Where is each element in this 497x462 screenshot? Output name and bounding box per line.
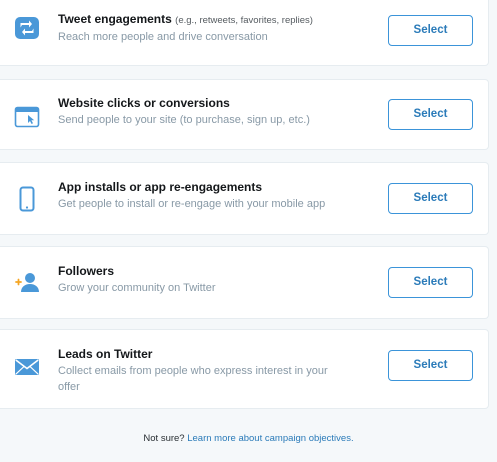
objective-title: Leads on Twitter	[58, 347, 153, 361]
objective-text: App installs or app re-engagements Get p…	[58, 180, 358, 212]
add-follower-icon	[15, 273, 39, 292]
envelope-icon	[15, 359, 39, 375]
learn-more-link[interactable]: Learn more about campaign objectives.	[187, 433, 353, 444]
objective-text: Leads on Twitter Collect emails from peo…	[58, 347, 358, 395]
objective-card-followers: Followers Grow your community on Twitter…	[0, 246, 489, 319]
objective-title-label: Tweet engagements	[58, 12, 172, 26]
objective-card-tweet-engagements: Tweet engagements (e.g., retweets, favor…	[0, 0, 489, 66]
mobile-phone-icon	[19, 186, 35, 212]
footer-prefix: Not sure?	[143, 433, 185, 444]
select-app-installs-button[interactable]: Select	[388, 183, 473, 214]
objective-text: Followers Grow your community on Twitter	[58, 264, 358, 296]
objective-title: Tweet engagements (e.g., retweets, favor…	[58, 12, 358, 28]
objective-description: Collect emails from people who express i…	[58, 365, 328, 393]
select-followers-button[interactable]: Select	[388, 267, 473, 298]
objective-description: Get people to install or re-engage with …	[58, 198, 326, 210]
objective-card-leads: Leads on Twitter Collect emails from peo…	[0, 329, 489, 409]
select-leads-button[interactable]: Select	[388, 350, 473, 381]
objective-card-website-clicks: Website clicks or conversions Send peopl…	[0, 79, 489, 150]
objective-title: App installs or app re-engagements	[58, 180, 263, 194]
objective-description: Reach more people and drive conversation	[58, 31, 268, 43]
objective-title: Website clicks or conversions	[58, 96, 230, 110]
objective-title: Followers	[58, 264, 115, 278]
objective-title-hint: (e.g., retweets, favorites, replies)	[175, 15, 313, 26]
footer-help: Not sure? Learn more about campaign obje…	[0, 433, 497, 444]
retweet-icon	[15, 17, 39, 39]
objective-description: Grow your community on Twitter	[58, 282, 216, 294]
objective-description: Send people to your site (to purchase, s…	[58, 114, 310, 126]
select-tweet-engagements-button[interactable]: Select	[388, 15, 473, 46]
select-website-clicks-button[interactable]: Select	[388, 99, 473, 130]
objective-card-app-installs: App installs or app re-engagements Get p…	[0, 162, 489, 235]
browser-click-icon	[14, 106, 40, 128]
objective-text: Website clicks or conversions Send peopl…	[58, 96, 358, 128]
objective-text: Tweet engagements (e.g., retweets, favor…	[58, 12, 358, 45]
